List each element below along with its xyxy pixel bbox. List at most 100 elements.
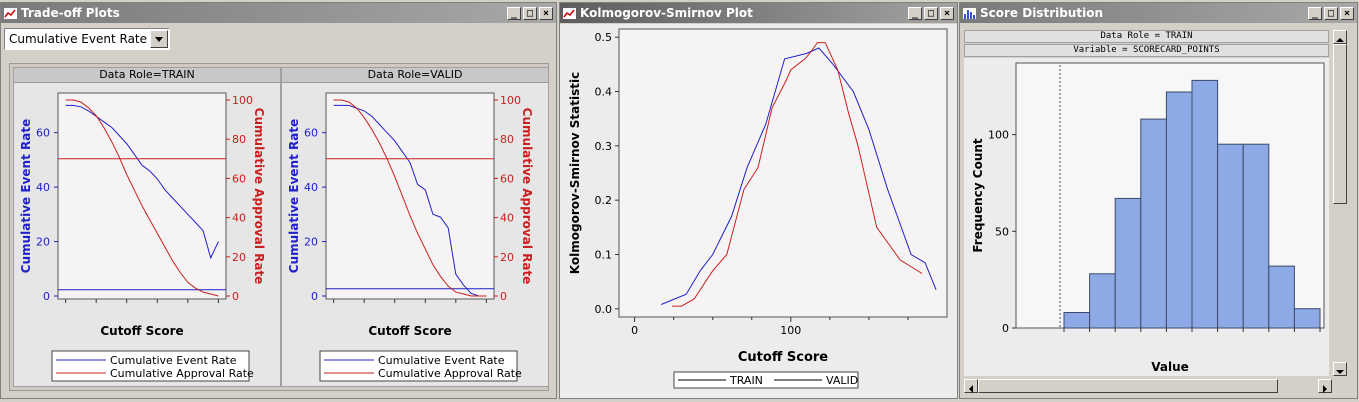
close-button[interactable]: × xyxy=(539,6,553,20)
left-tick-label: 20 xyxy=(36,236,50,249)
x-axis-label: Cutoff Score xyxy=(100,324,183,338)
chart-icon xyxy=(4,7,17,19)
left-tick-label: 0 xyxy=(311,290,318,303)
left-tick-label: 40 xyxy=(304,181,318,194)
right-tick-label: 20 xyxy=(500,251,514,264)
score-histogram: 0 50 100 Value Frequency Count xyxy=(964,58,1329,376)
y-tick-label: 0 xyxy=(1002,322,1009,335)
histogram-bar xyxy=(1165,91,1193,329)
maximize-button[interactable]: □ xyxy=(924,6,938,20)
right-tick-label: 100 xyxy=(232,94,253,107)
scroll-right-button[interactable] xyxy=(1318,379,1332,393)
minimize-button[interactable]: _ xyxy=(507,6,521,20)
close-button[interactable]: × xyxy=(940,6,954,20)
left-tick-label: 20 xyxy=(304,236,318,249)
ks-titlebar[interactable]: Kolmogorov-Smirnov Plot _ □ × xyxy=(560,3,957,23)
tradeoff-chart-train: 0 20 40 60 0 20 40 60 80 100 Cutoff Score Cumulativ… xyxy=(19,92,266,382)
plot-area xyxy=(325,92,495,300)
panel-valid: Data Role=VALID 0 20 40 60 0 20 40 60 80 100 Cutof… xyxy=(281,67,549,387)
score-titlebar[interactable]: Score Distribution _ □ × xyxy=(960,3,1357,23)
scroll-left-button[interactable] xyxy=(964,379,978,393)
right-axis-label: Cumulative Approval Rate xyxy=(520,108,534,285)
arrow-left-icon xyxy=(969,385,973,393)
left-axis-label: Cumulative Event Rate xyxy=(19,119,33,273)
histogram-bar xyxy=(1114,197,1142,329)
chevron-down-icon[interactable] xyxy=(150,30,168,48)
x-axis-label: Cutoff Score xyxy=(738,350,828,365)
x-tick-label: 100 xyxy=(780,324,801,337)
x-axis-label: Cutoff Score xyxy=(368,324,451,338)
minimize-button[interactable]: _ xyxy=(1308,6,1322,20)
histogram-bar xyxy=(1293,308,1321,329)
window-title: Score Distribution xyxy=(980,6,1103,20)
panel-header: Data Role=TRAIN xyxy=(14,68,280,83)
legend-label: Cumulative Event Rate xyxy=(110,354,237,367)
left-tick-label: 60 xyxy=(304,127,318,140)
legend-label: Cumulative Approval Rate xyxy=(110,367,254,380)
arrow-right-icon xyxy=(1323,385,1327,393)
y-tick-label: 0.4 xyxy=(595,85,613,98)
y-tick-label: 50 xyxy=(995,225,1009,238)
plot-type-dropdown[interactable]: Cumulative Event Rate xyxy=(4,28,170,50)
plot-area xyxy=(57,92,227,300)
right-axis-label: Cumulative Approval Rate xyxy=(252,108,266,285)
legend-label: TRAIN xyxy=(729,374,763,387)
y-tick-label: 0.0 xyxy=(595,303,613,316)
horizontal-scrollbar[interactable] xyxy=(964,378,1332,394)
x-tick-label: 0 xyxy=(631,324,638,337)
histogram-bar xyxy=(1191,79,1219,329)
right-tick-label: 40 xyxy=(500,212,514,225)
legend-label: VALID xyxy=(826,374,858,387)
variable-header: Variable = SCORECARD_POINTS xyxy=(964,44,1329,57)
scroll-up-button[interactable] xyxy=(1333,30,1347,44)
y-axis-label: Kolmogorov-Smirnov Statistic xyxy=(568,72,582,274)
score-window: Score Distribution _ □ × Data Role = TRA… xyxy=(959,2,1358,399)
right-tick-label: 100 xyxy=(500,94,521,107)
histogram-icon xyxy=(963,7,976,19)
minimize-button[interactable]: _ xyxy=(908,6,922,20)
y-axis-label: Frequency Count xyxy=(971,138,985,253)
data-role-header: Data Role = TRAIN xyxy=(964,30,1329,43)
maximize-button[interactable]: □ xyxy=(1324,6,1338,20)
legend-label: Cumulative Event Rate xyxy=(378,354,505,367)
right-tick-label: 0 xyxy=(500,290,507,303)
left-tick-label: 60 xyxy=(36,127,50,140)
scroll-down-button[interactable] xyxy=(1333,362,1347,376)
histogram-bar xyxy=(1063,312,1091,329)
maximize-button[interactable]: □ xyxy=(523,6,537,20)
horizontal-scroll-thumb[interactable] xyxy=(978,379,1278,393)
ks-window: Kolmogorov-Smirnov Plot _ □ × 0.0 0.1 0.2 0… xyxy=(559,2,958,399)
tradeoff-chart-valid: 0 20 40 60 0 20 40 60 80 100 Cutoff Score Cumulativ… xyxy=(287,92,534,382)
chart-icon xyxy=(563,7,576,19)
histogram-bar xyxy=(1140,118,1167,329)
right-tick-label: 80 xyxy=(500,133,514,146)
right-tick-label: 0 xyxy=(232,290,239,303)
histogram-bar xyxy=(1217,143,1244,329)
tradeoff-window: Trade-off Plots _ □ × Cumulative Event R… xyxy=(0,2,557,399)
histogram-bar xyxy=(1268,265,1295,329)
left-tick-label: 0 xyxy=(43,290,50,303)
legend-label: Cumulative Approval Rate xyxy=(378,367,522,380)
window-title: Trade-off Plots xyxy=(21,6,120,20)
right-tick-label: 60 xyxy=(232,172,246,185)
histogram-bar xyxy=(1242,143,1270,329)
y-tick-label: 0.2 xyxy=(595,194,613,207)
vertical-scroll-thumb[interactable] xyxy=(1333,44,1347,204)
y-tick-label: 0.1 xyxy=(595,249,613,262)
tradeoff-titlebar[interactable]: Trade-off Plots _ □ × xyxy=(1,3,556,23)
window-title: Kolmogorov-Smirnov Plot xyxy=(580,6,753,20)
arrow-down-icon xyxy=(1336,370,1344,374)
vertical-scrollbar[interactable] xyxy=(1332,30,1348,376)
right-tick-label: 60 xyxy=(500,172,514,185)
left-tick-label: 40 xyxy=(36,181,50,194)
x-axis-label: Value xyxy=(1151,360,1189,374)
histogram-bar xyxy=(1089,273,1116,329)
panel-header: Data Role=VALID xyxy=(282,68,548,83)
right-tick-label: 40 xyxy=(232,212,246,225)
right-tick-label: 80 xyxy=(232,133,246,146)
close-button[interactable]: × xyxy=(1340,6,1354,20)
y-tick-label: 0.5 xyxy=(595,31,613,44)
dropdown-selected-value: Cumulative Event Rate xyxy=(9,32,148,46)
y-tick-label: 0.3 xyxy=(595,140,613,153)
left-axis-label: Cumulative Event Rate xyxy=(287,119,301,273)
